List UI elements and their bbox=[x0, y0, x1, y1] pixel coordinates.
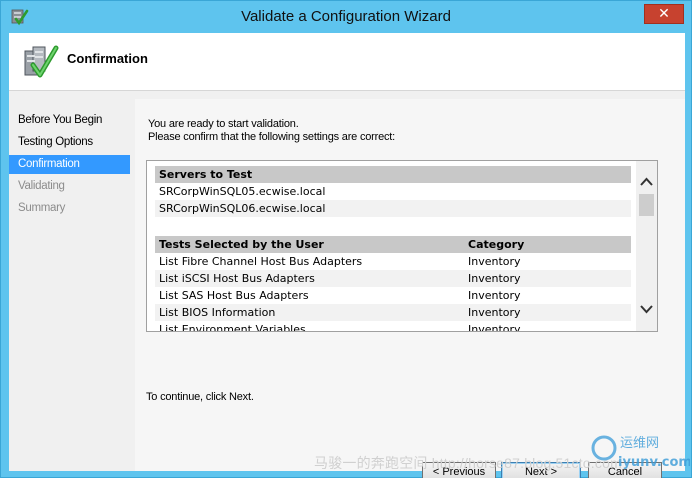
scroll-down-arrow-icon[interactable] bbox=[636, 300, 657, 318]
page-title: Confirmation bbox=[67, 51, 148, 66]
wizard-header: Confirmation bbox=[9, 33, 685, 91]
test-name: List SAS Host Bus Adapters bbox=[159, 289, 309, 302]
step-confirmation[interactable]: Confirmation bbox=[9, 155, 130, 174]
wizard-window: Validate a Configuration Wizard ✕ Confir… bbox=[0, 0, 692, 478]
servers-header: Servers to Test bbox=[159, 168, 253, 181]
scrollbar-thumb[interactable] bbox=[639, 194, 654, 216]
window-title: Validate a Configuration Wizard bbox=[241, 8, 451, 25]
test-name: List iSCSI Host Bus Adapters bbox=[159, 272, 315, 285]
blog-watermark: 马骏一的奔跑空间 http://horse87.blog.51cto.com bbox=[314, 455, 622, 471]
settings-list-rows: Servers to Test SRCorpWinSQL05.ecwise.lo… bbox=[147, 161, 633, 331]
wizard-content: You are ready to start validation. Pleas… bbox=[135, 99, 685, 478]
tests-header: Tests Selected by the User bbox=[159, 238, 324, 251]
continue-instruction: To continue, click Next. bbox=[146, 391, 254, 403]
test-category: Inventory bbox=[468, 323, 521, 331]
table-row[interactable]: SRCorpWinSQL06.ecwise.local bbox=[155, 200, 631, 217]
test-name: List BIOS Information bbox=[159, 306, 276, 319]
servers-header-row: Servers to Test bbox=[155, 166, 631, 183]
logo-text: 运维网 bbox=[620, 436, 659, 451]
table-row[interactable]: SRCorpWinSQL05.ecwise.local bbox=[155, 183, 631, 200]
close-button[interactable]: ✕ bbox=[644, 4, 684, 24]
table-row[interactable]: List BIOS Information Inventory bbox=[155, 304, 631, 321]
server-name: SRCorpWinSQL06.ecwise.local bbox=[159, 202, 326, 215]
intro-line-1: You are ready to start validation. bbox=[148, 118, 299, 130]
tests-header-row: Tests Selected by the User Category bbox=[155, 236, 631, 253]
intro-text: You are ready to start validation. Pleas… bbox=[148, 118, 395, 144]
intro-line-2: Please confirm that the following settin… bbox=[148, 131, 396, 143]
test-category: Inventory bbox=[468, 289, 521, 302]
validation-checkmark-icon bbox=[24, 45, 59, 78]
iyunv-watermark-logo: 运维网 iyunv.com bbox=[591, 435, 690, 470]
step-summary: Summary bbox=[18, 202, 66, 214]
table-row[interactable]: List iSCSI Host Bus Adapters Inventory bbox=[155, 270, 631, 287]
table-row[interactable]: List SAS Host Bus Adapters Inventory bbox=[155, 287, 631, 304]
test-category: Inventory bbox=[468, 306, 521, 319]
wizard-step-list: Before You Begin Testing Options Confirm… bbox=[9, 99, 131, 471]
table-row[interactable]: List Fibre Channel Host Bus Adapters Inv… bbox=[155, 253, 631, 270]
test-category: Inventory bbox=[468, 255, 521, 268]
logo-subtext: iyunv.com bbox=[618, 455, 690, 470]
table-row[interactable]: List Environment Variables Inventory bbox=[155, 321, 631, 331]
test-category: Inventory bbox=[468, 272, 521, 285]
step-testing-options[interactable]: Testing Options bbox=[9, 133, 130, 152]
scroll-up-arrow-icon[interactable] bbox=[636, 173, 657, 191]
title-bar[interactable]: Validate a Configuration Wizard ✕ bbox=[1, 1, 691, 33]
step-validating: Validating bbox=[18, 180, 65, 192]
server-name: SRCorpWinSQL05.ecwise.local bbox=[159, 185, 326, 198]
category-header: Category bbox=[468, 238, 525, 251]
test-name: List Environment Variables bbox=[159, 323, 306, 331]
step-before-you-begin[interactable]: Before You Begin bbox=[9, 111, 130, 130]
settings-list[interactable]: Servers to Test SRCorpWinSQL05.ecwise.lo… bbox=[146, 160, 658, 332]
vertical-scrollbar[interactable] bbox=[636, 161, 657, 331]
test-name: List Fibre Channel Host Bus Adapters bbox=[159, 255, 363, 268]
wizard-client-area: Confirmation Before You Begin Testing Op… bbox=[9, 33, 685, 478]
